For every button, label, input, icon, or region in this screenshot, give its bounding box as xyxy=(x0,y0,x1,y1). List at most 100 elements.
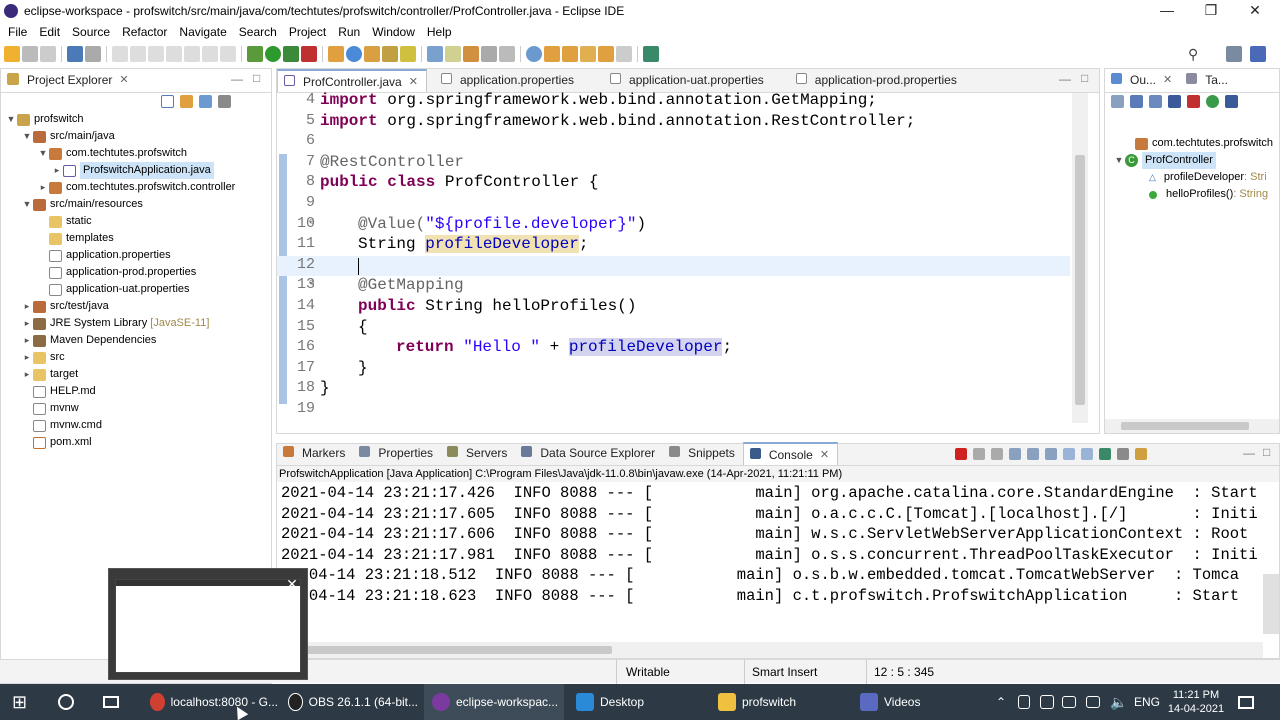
network-icon[interactable] xyxy=(1086,684,1106,720)
link-with-editor-icon[interactable] xyxy=(180,95,193,108)
tree-item-src[interactable]: ▸ src xyxy=(21,349,65,366)
new-icon[interactable] xyxy=(4,46,20,62)
chevron-down-icon[interactable]: ▼ xyxy=(21,196,33,213)
outline-field[interactable]: △ profileDeveloper : Stri xyxy=(1149,169,1267,186)
search-icon[interactable]: ⚲ xyxy=(1188,46,1198,63)
remove-launch-icon[interactable] xyxy=(973,448,985,460)
editor-scrollbar[interactable] xyxy=(1072,93,1088,423)
java-perspective-icon[interactable] xyxy=(1250,46,1266,62)
tree-item-application-uat-properties[interactable]: application-uat.properties xyxy=(37,281,190,298)
maximize-button[interactable]: ❐ xyxy=(1188,0,1234,22)
back-icon[interactable] xyxy=(598,46,614,62)
tree-item-mvnw[interactable]: mvnw xyxy=(21,400,79,417)
tray-icon-3[interactable] xyxy=(1062,684,1082,720)
taskbar-desktop[interactable]: Desktop xyxy=(576,684,706,720)
menu-edit[interactable]: Edit xyxy=(33,25,66,39)
taskbar-profswitch[interactable]: profswitch xyxy=(718,684,848,720)
show-whitespace-icon[interactable] xyxy=(499,46,515,62)
close-button[interactable]: ✕ xyxy=(1232,0,1278,22)
tree-item-application-properties[interactable]: application.properties xyxy=(37,247,171,264)
hide-fields-icon[interactable] xyxy=(1149,95,1162,108)
minimize-button[interactable]: — xyxy=(1144,0,1190,22)
hide-local-types-icon[interactable] xyxy=(1206,95,1219,108)
collapse-all-icon[interactable] xyxy=(1111,95,1124,108)
chevron-right-icon[interactable]: ▸ xyxy=(21,349,33,366)
menu-run[interactable]: Run xyxy=(332,25,366,39)
open-type-icon[interactable] xyxy=(364,46,380,62)
chevron-down-icon[interactable]: ▼ xyxy=(21,128,33,145)
volume-icon[interactable]: 🔈 xyxy=(1110,684,1127,720)
suspend-icon[interactable] xyxy=(130,46,146,62)
tab-outline[interactable]: Ou... ✕ xyxy=(1105,69,1180,92)
tree-item-profswitch[interactable]: ▼ profswitch xyxy=(5,111,84,128)
terminate-icon[interactable] xyxy=(148,46,164,62)
toggle-mark-icon[interactable] xyxy=(427,46,443,62)
tree-item-target[interactable]: ▸ target xyxy=(21,366,78,383)
chevron-right-icon[interactable]: ▸ xyxy=(21,298,33,315)
clear-console-icon[interactable] xyxy=(1009,448,1021,460)
minimize-view-icon[interactable]: — xyxy=(1243,446,1255,460)
chevron-right-icon[interactable]: ▸ xyxy=(51,162,63,179)
scroll-thumb[interactable] xyxy=(1075,155,1085,405)
tray-icon-1[interactable] xyxy=(1018,684,1036,720)
pin-editor-icon[interactable] xyxy=(643,46,659,62)
new-java-project-icon[interactable] xyxy=(328,46,344,62)
step-into-icon[interactable] xyxy=(184,46,200,62)
show-stdout-icon[interactable] xyxy=(1063,448,1075,460)
chevron-right-icon[interactable]: ▸ xyxy=(21,366,33,383)
maximize-view-icon[interactable]: □ xyxy=(253,71,260,85)
scroll-thumb[interactable] xyxy=(1121,422,1249,430)
open-perspective-icon[interactable] xyxy=(1226,46,1242,62)
outline-method[interactable]: helloProfiles() : String xyxy=(1149,186,1268,203)
menu-navigate[interactable]: Navigate xyxy=(173,25,232,39)
collapse-all-icon[interactable] xyxy=(161,95,174,108)
scroll-lock-icon[interactable] xyxy=(1027,448,1039,460)
maximize-view-icon[interactable]: □ xyxy=(1263,445,1270,459)
word-wrap-icon[interactable] xyxy=(1045,448,1057,460)
menu-search[interactable]: Search xyxy=(233,25,283,39)
start-icon[interactable]: ⊞ xyxy=(12,684,27,720)
forward-icon[interactable] xyxy=(616,46,632,62)
tab-markers[interactable]: Markers xyxy=(277,442,353,465)
tree-item-maven-dependencies[interactable]: ▸ Maven Dependencies xyxy=(21,332,156,349)
filter-icon[interactable] xyxy=(199,95,212,108)
minimize-view-icon[interactable]: — xyxy=(231,72,243,86)
tree-item-templates[interactable]: templates xyxy=(37,230,114,247)
taskbar-eclipse[interactable]: eclipse-workspac... xyxy=(424,684,564,720)
taskbar-obs[interactable]: OBS 26.1.1 (64-bit... xyxy=(288,684,418,720)
skip-breakpoints-icon[interactable] xyxy=(85,46,101,62)
code-editor[interactable]: 4 import org.springframework.web.bind.ann… xyxy=(277,91,1070,427)
search-toolbar-icon[interactable] xyxy=(400,46,416,62)
taskbar-videos[interactable]: Videos xyxy=(860,684,990,720)
show-stderr-icon[interactable] xyxy=(1081,448,1093,460)
outline-class[interactable]: ▼ C ProfController xyxy=(1113,152,1216,169)
close-icon[interactable]: ✕ xyxy=(1163,73,1172,92)
menu-help[interactable]: Help xyxy=(421,25,458,39)
tab-console[interactable]: Console ✕ xyxy=(742,442,839,465)
step-over-icon[interactable] xyxy=(202,46,218,62)
maximize-view-icon[interactable]: □ xyxy=(1081,71,1088,85)
chevron-down-icon[interactable]: ▼ xyxy=(1113,152,1125,169)
open-task-icon[interactable] xyxy=(382,46,398,62)
tab-application-prod-properties[interactable]: application-prod.properties xyxy=(790,69,965,92)
notifications-icon[interactable] xyxy=(1238,684,1254,720)
chevron-right-icon[interactable]: ▸ xyxy=(21,315,33,332)
console-vscrollbar[interactable] xyxy=(1263,574,1279,634)
new-package-icon[interactable] xyxy=(346,46,362,62)
console-output[interactable]: 2021-04-14 23:21:17.426 INFO 8088 --- [ … xyxy=(277,483,1263,641)
tree-item-src-main-java[interactable]: ▼ src/main/java xyxy=(21,128,115,145)
coverage-icon[interactable] xyxy=(283,46,299,62)
clock[interactable]: 11:21 PM 14-04-2021 xyxy=(1166,684,1226,720)
chevron-right-icon[interactable]: ▸ xyxy=(21,332,33,349)
previous-annotation-icon[interactable] xyxy=(562,46,578,62)
outline-scrollbar[interactable] xyxy=(1105,419,1279,433)
tree-item-pom-xml[interactable]: pom.xml xyxy=(21,434,92,451)
search-cortana-icon[interactable] xyxy=(58,684,74,720)
step-return-icon[interactable] xyxy=(220,46,236,62)
tree-item-controller-package[interactable]: ▸ com.techtutes.profswitch.controller xyxy=(37,179,235,196)
toggle-highlight-icon[interactable] xyxy=(445,46,461,62)
external-tools-icon[interactable] xyxy=(301,46,317,62)
terminate-icon[interactable] xyxy=(955,448,967,460)
save-all-icon[interactable] xyxy=(40,46,56,62)
outline-package[interactable]: com.techtutes.profswitch xyxy=(1135,135,1273,152)
